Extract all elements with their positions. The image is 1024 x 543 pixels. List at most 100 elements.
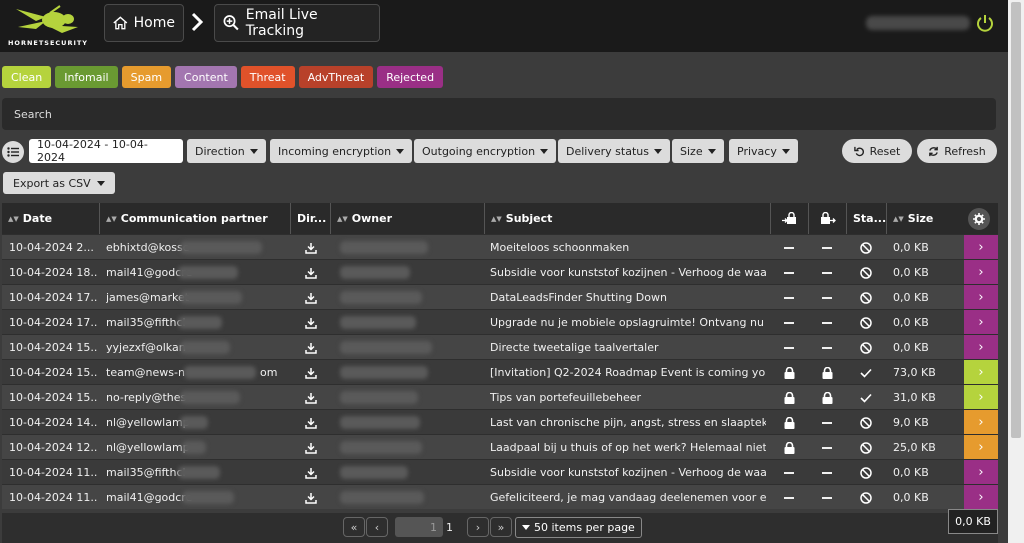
subject-cell: [Invitation] Q2-2024 Roadmap Event is co…	[490, 366, 766, 379]
table-row[interactable]: 10-04-2024 14... nl@yellowlamp Last van ch…	[2, 409, 998, 435]
items-per-page-label: 50 items per page	[534, 521, 635, 534]
subject-cell: Last van chronische pijn, angst, stress …	[490, 416, 766, 429]
table-row[interactable]: 10-04-2024 18... mail41@godcre Subsidie vo…	[2, 259, 998, 285]
table-row[interactable]: 10-04-2024 17... james@market DataLeadsFin…	[2, 284, 998, 310]
outgoing-encryption-dropdown[interactable]: Outgoing encryption	[414, 139, 557, 163]
column-settings-button[interactable]	[968, 208, 990, 230]
incoming-encryption-dropdown[interactable]: Incoming encryption	[270, 139, 413, 163]
table-row[interactable]: 10-04-2024 17... mail35@fifthcl Upgrade nu…	[2, 309, 998, 335]
column-status[interactable]: Sta...	[846, 203, 886, 234]
last-page-button[interactable]: »	[490, 517, 512, 537]
table-row[interactable]: 10-04-2024 15... team@news-n om [Invitation…	[2, 359, 998, 385]
incoming-encryption-cell	[770, 460, 808, 485]
date-cell: 10-04-2024 18...	[9, 266, 97, 279]
blocked-icon	[860, 341, 872, 354]
breadcrumb-home[interactable]: Home	[104, 4, 184, 42]
column-outgoing-encryption[interactable]	[808, 203, 846, 234]
subject-cell: Subsidie voor kunststof kozijnen - Verho…	[490, 266, 766, 279]
column-incoming-encryption[interactable]	[770, 203, 808, 234]
none-dash-icon	[822, 446, 832, 449]
filter-clean[interactable]: Clean	[2, 66, 52, 88]
download-icon	[305, 292, 317, 304]
caret-down-icon	[96, 180, 105, 186]
partner-text: ebhixtd@kosse	[106, 241, 190, 254]
size-tooltip: 0,0 KB	[948, 509, 998, 534]
direction-dropdown[interactable]: Direction	[187, 139, 266, 163]
open-details-button[interactable]: ›	[964, 410, 998, 435]
next-page-button[interactable]: ›	[467, 517, 489, 537]
breadcrumb-current[interactable]: Email Live Tracking	[214, 4, 380, 42]
date-range-picker[interactable]: 10-04-2024 - 10-04-2024	[29, 138, 183, 164]
lock-icon	[784, 366, 794, 379]
scrollbar-thumb[interactable]	[1011, 2, 1021, 438]
page-input[interactable]: 1	[395, 517, 443, 537]
table-row[interactable]: 10-04-2024 12... nl@yellowlamp Laadpaal bi…	[2, 434, 998, 460]
subject-cell: Moeiteloos schoonmaken	[490, 241, 630, 254]
open-details-button[interactable]: ›	[964, 460, 998, 485]
sort-icon: ▲▼	[8, 214, 19, 223]
delivery-status-dropdown[interactable]: Delivery status	[558, 139, 670, 163]
open-details-button[interactable]: ›	[964, 260, 998, 285]
undo-icon	[853, 146, 864, 156]
filter-rejected[interactable]: Rejected	[377, 66, 444, 88]
privacy-dropdown[interactable]: Privacy	[729, 139, 798, 163]
open-details-button[interactable]: ›	[964, 235, 998, 260]
open-details-button[interactable]: ›	[964, 285, 998, 310]
caret-down-icon	[540, 148, 549, 154]
first-page-button[interactable]: «	[343, 517, 365, 537]
column-subject[interactable]: ▲▼ Subject	[484, 203, 770, 234]
user-name-blurred[interactable]	[866, 16, 970, 30]
column-owner[interactable]: ▲▼ Owner	[330, 203, 484, 234]
incoming-encryption-cell	[770, 360, 808, 385]
filter-infomail[interactable]: Infomail	[55, 66, 118, 88]
filter-spam[interactable]: Spam	[121, 66, 172, 88]
table-row[interactable]: 10-04-2024 15... no-reply@thes Tips van po…	[2, 384, 998, 410]
open-details-button[interactable]: ›	[964, 310, 998, 335]
table-row[interactable]: 10-04-2024 2... ebhixtd@kosse Moeiteloos s…	[2, 234, 998, 260]
table-row[interactable]: 10-04-2024 11... mail35@fifthcl Subsidie v…	[2, 459, 998, 485]
power-icon[interactable]	[976, 14, 994, 32]
subject-cell: Gefeliciteerd, je mag vandaag deelenemen…	[490, 491, 766, 504]
date-cell: 10-04-2024 2...	[9, 241, 94, 254]
incoming-encryption-cell	[770, 435, 808, 460]
size-cell: 31,0 KB	[893, 391, 936, 404]
outgoing-encryption-cell	[808, 485, 846, 510]
status-cell	[846, 235, 886, 260]
partner-text: james@market	[106, 291, 190, 304]
items-per-page-dropdown[interactable]: 50 items per page	[515, 517, 642, 538]
table-row[interactable]: 10-04-2024 11... mail41@godcre Gefelicitee…	[2, 484, 998, 510]
column-size[interactable]: ▲▼ Size	[886, 203, 964, 234]
lock-icon	[822, 366, 832, 379]
owner-redacted	[340, 491, 424, 504]
column-partner[interactable]: ▲▼ Communication partner	[99, 203, 290, 234]
subject-cell: Laadpaal bij u thuis of op het werk? Hel…	[490, 441, 766, 454]
open-details-button[interactable]: ›	[964, 435, 998, 460]
size-dropdown[interactable]: Size	[672, 139, 724, 163]
none-dash-icon	[822, 271, 832, 274]
size-cell: 0,0 KB	[893, 316, 929, 329]
partner-redacted	[180, 291, 242, 304]
subject-cell: DataLeadsFinder Shutting Down	[490, 291, 667, 304]
open-details-button[interactable]: ›	[964, 335, 998, 360]
filter-advthreat[interactable]: AdvThreat	[298, 66, 374, 88]
export-csv-button[interactable]: Export as CSV	[3, 172, 115, 194]
open-details-button[interactable]: ›	[964, 360, 998, 385]
previous-page-button[interactable]: ‹	[366, 517, 388, 537]
partner-redacted	[178, 266, 238, 279]
filter-threat[interactable]: Threat	[240, 66, 295, 88]
refresh-button[interactable]: Refresh	[917, 139, 997, 163]
filter-content[interactable]: Content	[175, 66, 237, 88]
table-row[interactable]: 10-04-2024 15... yyjezxf@olkan Directe twe…	[2, 334, 998, 360]
status-cell	[846, 310, 886, 335]
date-range-label: 10-04-2024 - 10-04-2024	[37, 138, 148, 164]
search-input[interactable]: Search	[2, 98, 996, 130]
column-direction[interactable]: Dir...	[290, 203, 330, 234]
none-dash-icon	[784, 271, 794, 274]
reset-button[interactable]: Reset	[842, 139, 912, 163]
hornetsecurity-logo[interactable]: HORNETSECURITY	[6, 3, 90, 49]
open-details-button[interactable]: ›	[964, 485, 998, 510]
column-date[interactable]: ▲▼ Date	[2, 203, 99, 234]
download-icon	[305, 242, 317, 254]
open-details-button[interactable]: ›	[964, 385, 998, 410]
lock-icon	[784, 391, 794, 404]
